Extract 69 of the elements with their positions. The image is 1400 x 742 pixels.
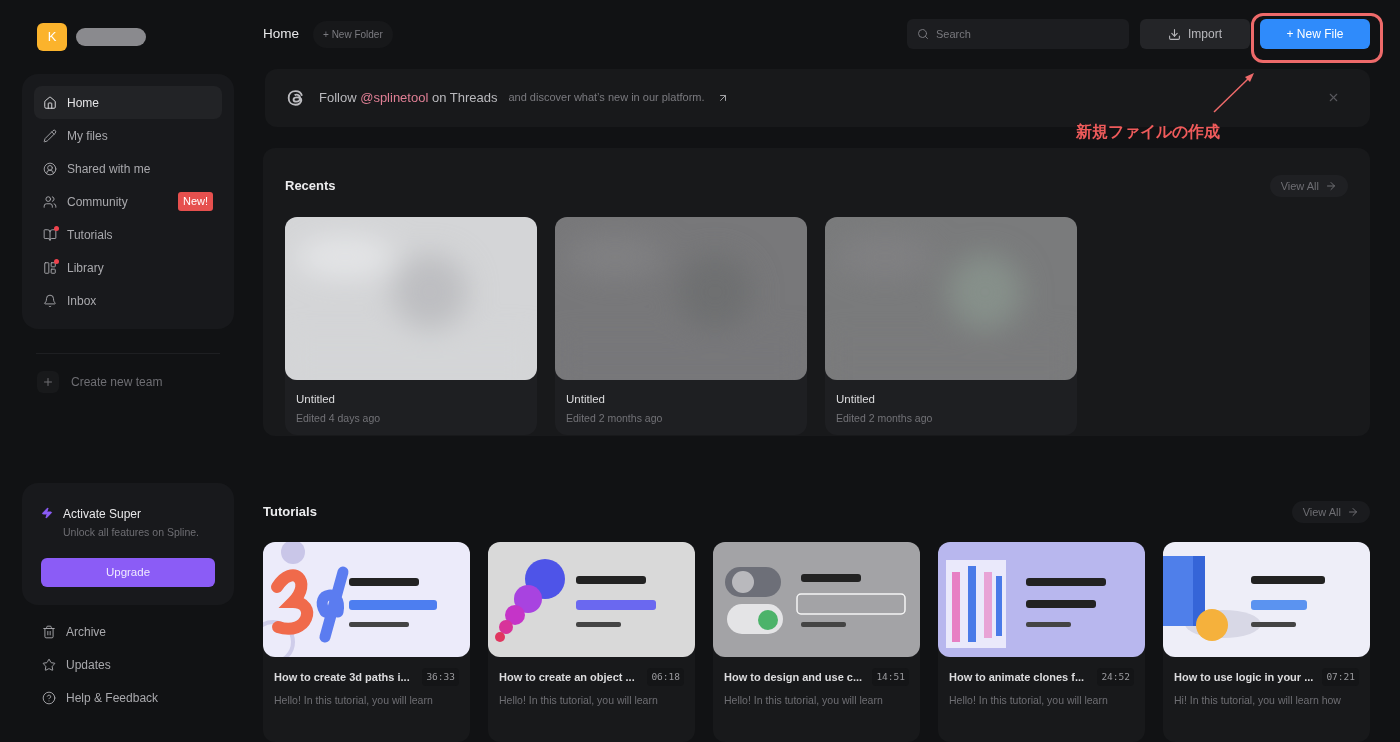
create-team-button[interactable]: Create new team <box>37 370 234 394</box>
import-button[interactable]: Import <box>1140 19 1250 50</box>
lightning-icon <box>41 507 53 520</box>
sidebar-item[interactable]: Home <box>34 86 222 119</box>
file-name: Untitled <box>566 391 606 407</box>
trash-icon <box>42 624 56 639</box>
sidebar-item[interactable]: My files <box>34 119 222 152</box>
file-edited-time: Edited 4 days ago <box>296 411 382 427</box>
banner-text[interactable]: Follow @splinetool on Threads <box>319 87 498 108</box>
sidebar-item[interactable]: Archive <box>42 615 234 648</box>
sidebar-item[interactable]: Help & Feedback <box>42 681 234 714</box>
tutorial-title: How to animate clones f... <box>949 669 1085 685</box>
sidebar-item[interactable]: Community New! <box>34 185 222 218</box>
sidebar-item[interactable]: Shared with me <box>34 152 222 185</box>
home-icon <box>43 95 57 110</box>
arrow-right-icon <box>1325 179 1337 192</box>
help-icon <box>42 690 56 705</box>
tutorial-description: Hi! In this tutorial, you will learn how <box>1173 693 1342 709</box>
annotation-text: 新規ファイルの作成 <box>1076 122 1220 142</box>
tutorial-title: How to create 3d paths i... <box>274 669 410 685</box>
tutorial-title: How to use logic in your ... <box>1174 669 1314 685</box>
users-icon <box>43 194 57 209</box>
file-card[interactable]: Untitled Edited 4 days ago <box>285 216 537 435</box>
star-icon <box>42 657 56 672</box>
search-field[interactable]: Search <box>907 19 1129 50</box>
tutorial-title: How to create an object ... <box>499 669 635 685</box>
download-icon <box>1168 27 1181 41</box>
tutorial-card[interactable]: How to create 3d paths i... 36:33 Hello! In this tutorial, you will learn <box>263 542 470 742</box>
section-title: Recents <box>285 177 336 196</box>
new-folder-button[interactable]: + New Folder <box>313 20 393 48</box>
section-title: Tutorials <box>263 503 317 522</box>
upgrade-button[interactable]: Upgrade <box>41 558 215 587</box>
file-edited-time: Edited 2 months ago <box>566 411 664 427</box>
sidebar-item[interactable]: Updates <box>42 648 234 681</box>
tutorial-title: How to design and use c... <box>724 669 863 685</box>
sidebar-item[interactable]: Library <box>34 251 222 284</box>
search-icon <box>917 28 929 41</box>
tutorial-description: Hello! In this tutorial, you will learn <box>948 693 1109 709</box>
tutorial-card[interactable]: How to create an object ... 06:18 Hello! In this tutorial, you will learn <box>488 542 695 742</box>
file-card[interactable]: Untitled Edited 2 months ago <box>825 216 1077 435</box>
file-name: Untitled <box>296 391 336 407</box>
duration-label: 07:21 <box>1322 668 1359 687</box>
tutorial-description: Hello! In this tutorial, you will learn <box>498 693 659 709</box>
file-name: Untitled <box>836 391 876 407</box>
duration-label: 14:51 <box>872 668 909 687</box>
tutorial-description: Hello! In this tutorial, you will learn <box>273 693 434 709</box>
tutorial-card[interactable]: How to use logic in your ... 07:21 Hi! In this tutorial, you will learn how <box>1163 542 1370 742</box>
promo-title: Activate Super <box>63 506 143 524</box>
bell-icon <box>43 293 57 308</box>
account-name-placeholder <box>76 27 146 46</box>
file-edited-time: Edited 2 months ago <box>836 411 934 427</box>
arrow-right-icon <box>1347 506 1359 518</box>
duration-label: 06:18 <box>647 668 684 687</box>
tutorial-card[interactable]: How to design and use c... 14:51 Hello! In this tutorial, you will learn <box>713 542 920 742</box>
sidebar-item[interactable]: Tutorials <box>34 218 222 251</box>
duration-label: 36:33 <box>422 668 459 687</box>
new-badge: New! <box>177 192 213 211</box>
tutorial-card[interactable]: How to animate clones f... 24:52 Hello! In this tutorial, you will learn <box>938 542 1145 742</box>
sidebar-item[interactable]: Inbox <box>34 284 222 317</box>
user-circle-icon <box>43 161 57 176</box>
pencil-icon <box>43 128 57 143</box>
promo-subtitle: Unlock all features on Spline. <box>63 525 199 541</box>
annotation-arrow <box>1212 72 1256 114</box>
page-title: Home <box>263 25 299 44</box>
file-card[interactable]: Untitled Edited 2 months ago <box>555 216 807 435</box>
tutorial-description: Hello! In this tutorial, you will learn <box>723 693 884 709</box>
duration-label: 24:52 <box>1097 668 1134 687</box>
plus-icon <box>37 371 59 393</box>
banner-subtext: and discover what’s new in our platform. <box>508 90 705 106</box>
